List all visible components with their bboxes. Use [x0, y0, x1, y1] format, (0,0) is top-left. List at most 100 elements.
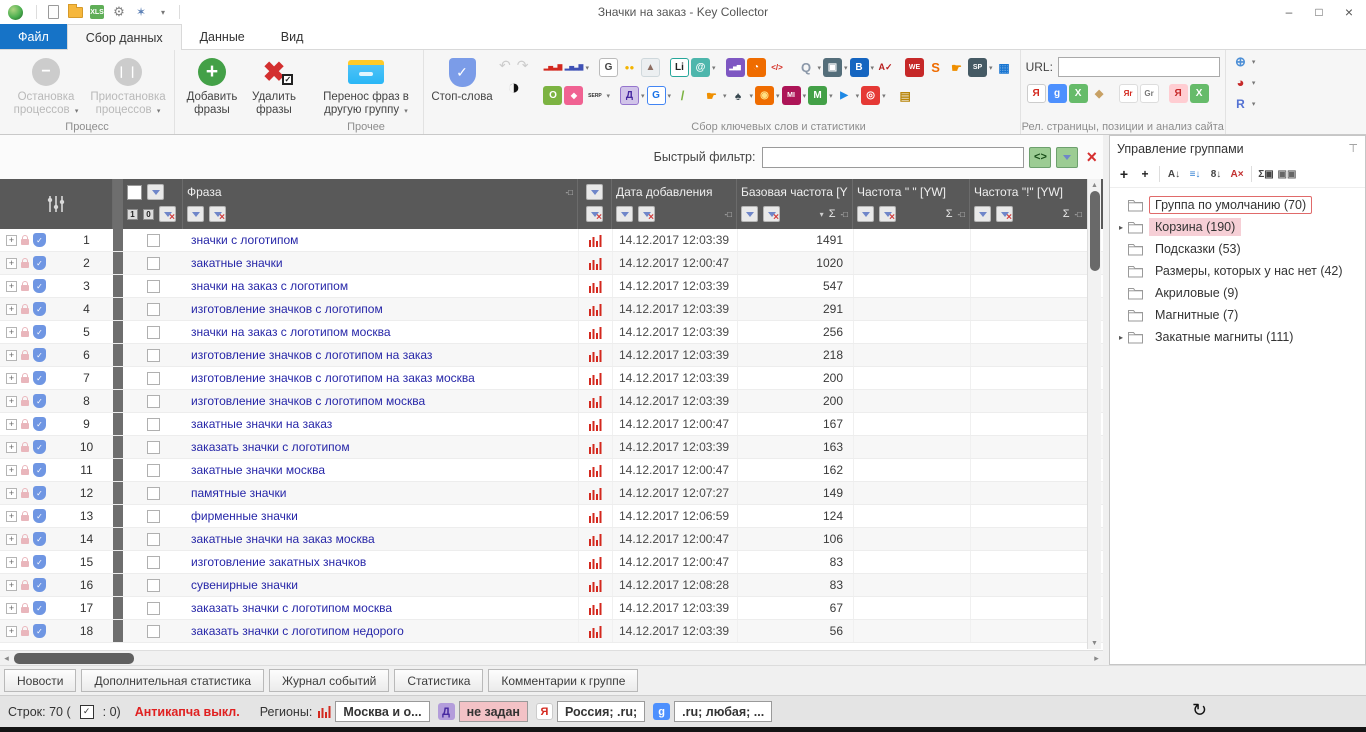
expand-row-icon[interactable]: + [6, 556, 17, 568]
yandex-direct-icon[interactable]: Д ▾ [619, 86, 645, 105]
wordstat-chart-icon[interactable] [578, 551, 612, 573]
wordstat-chart-icon[interactable] [578, 574, 612, 596]
group-label[interactable]: Акриловые (9) [1149, 284, 1244, 302]
column-settings-button[interactable] [0, 179, 113, 229]
phrase-cell[interactable]: изготовление значков с логотипом [183, 302, 578, 316]
serp-parser-icon[interactable]: SERP ▾ [585, 86, 610, 105]
yandex-update-icon[interactable]: Я [1168, 83, 1188, 103]
row-checkbox[interactable] [146, 440, 160, 454]
wordstat-red-bars-icon[interactable]: ▂▅▃▇ [543, 58, 562, 77]
sum-check-icon[interactable]: Σ▣ [1256, 164, 1276, 184]
add-phrases-button[interactable]: + Добавить фразы [180, 53, 244, 117]
search-icon[interactable]: Q ▾ [797, 58, 821, 77]
dropdown-arrow-icon[interactable]: ▾ [776, 92, 780, 100]
vertical-scrollbar[interactable]: ▲ ▼ [1087, 179, 1101, 649]
panel-pin-icon[interactable]: ⊤ [1348, 142, 1358, 155]
pin-icon[interactable]: -□ [566, 188, 574, 197]
dropdown-arrow-icon[interactable]: ▾ [882, 92, 886, 100]
scrollbar-thumb[interactable] [1089, 191, 1100, 271]
group-item[interactable]: Магнитные (7) [1110, 304, 1365, 326]
pin-icon[interactable]: -□ [1075, 210, 1083, 219]
phrase-cell[interactable]: закатные значки на заказ москва [183, 532, 578, 546]
filter-clear-icon[interactable] [159, 206, 176, 223]
undo-icon[interactable]: ↶ [499, 57, 511, 74]
row-checkbox[interactable] [146, 601, 160, 615]
row-checkbox[interactable] [146, 394, 160, 408]
tab-data-collection[interactable]: Сбор данных [66, 24, 182, 50]
wordstat-chart-icon[interactable] [578, 367, 612, 389]
dropdown-arrow-icon[interactable]: ▾ [585, 64, 589, 72]
wordstat-chart-icon[interactable] [578, 252, 612, 274]
wordstat-chart-icon[interactable] [578, 482, 612, 504]
tree-expand-icon[interactable]: ▸ [1115, 333, 1127, 342]
expand-row-icon[interactable]: + [6, 257, 17, 269]
refresh-icon[interactable]: ↻ [1192, 700, 1207, 721]
export-xls-icon[interactable]: X [1068, 83, 1088, 103]
hand-collect-icon[interactable]: ☛ ▾ [702, 86, 727, 105]
expand-row-icon[interactable]: + [6, 349, 17, 361]
row-checkbox[interactable] [146, 532, 160, 546]
wordstat-chart-icon[interactable] [578, 298, 612, 320]
wordstat-chart-icon[interactable] [578, 275, 612, 297]
table-row[interactable]: + ✓ 9 закатные значки на заказ 14.12.2017 12… [0, 413, 1103, 436]
phrase-cell[interactable]: заказать значки с логотипом [183, 440, 578, 454]
table-row[interactable]: + ✓ 5 значки на заказ с логотипом москва 14.… [0, 321, 1103, 344]
filter-icon[interactable] [616, 206, 633, 222]
wordstat-chart-icon[interactable] [578, 528, 612, 550]
region-setting-button[interactable]: Москва и о... [335, 701, 430, 722]
sort-clear-icon[interactable]: A× [1227, 164, 1247, 184]
filter-clear-icon[interactable] [586, 206, 603, 223]
sum-icon[interactable]: Σ [1063, 208, 1070, 220]
date-column-header[interactable]: Дата добавления -□ [612, 179, 737, 229]
apply-filter-button[interactable] [1056, 146, 1079, 168]
table-row[interactable]: + ✓ 2 закатные значки 14.12.2017 12:00:47 102… [0, 252, 1103, 275]
table-row[interactable]: + ✓ 4 изготовление значков с логотипом 14.12… [0, 298, 1103, 321]
sum-icon[interactable]: Σ [946, 208, 953, 220]
new-project-icon[interactable] [43, 3, 63, 21]
table-row[interactable]: + ✓ 1 значки с логотипом 14.12.2017 12:03:39… [0, 229, 1103, 252]
expand-row-icon[interactable]: + [6, 234, 17, 246]
row-checkbox[interactable] [146, 348, 160, 362]
table-row[interactable]: + ✓ 16 сувенирные значки 14.12.2017 12:08:28… [0, 574, 1103, 597]
row-checkbox[interactable] [146, 417, 160, 431]
spellcheck-icon[interactable]: A✓ [876, 58, 895, 77]
dropdown-arrow-icon[interactable]: ▾ [856, 92, 860, 100]
bottom-tab[interactable]: Комментарии к группе [488, 669, 639, 692]
expand-row-icon[interactable]: + [6, 510, 17, 522]
expand-row-icon[interactable]: + [6, 303, 17, 315]
dropdown-arrow-icon[interactable]: ▾ [723, 92, 727, 100]
dropdown-arrow-icon[interactable]: ▾ [871, 64, 875, 72]
expand-row-icon[interactable]: + [6, 464, 17, 476]
sum-icon[interactable]: Σ [829, 208, 836, 220]
group-item[interactable]: Подсказки (53) [1110, 238, 1365, 260]
dropdown-arrow-icon[interactable]: ▾ [844, 64, 848, 72]
group-item[interactable]: Группа по умолчанию (70) [1110, 194, 1365, 216]
wordstat-chart-icon[interactable] [578, 390, 612, 412]
sort-desc-icon[interactable]: ▾ [820, 210, 824, 219]
add-group-icon[interactable]: + [1114, 164, 1134, 184]
dropdown-arrow-icon[interactable]: ▾ [641, 92, 645, 100]
mutagen-icon[interactable]: MI ▾ [781, 86, 806, 105]
table-row[interactable]: + ✓ 17 заказать значки с логотипом москва 14… [0, 597, 1103, 620]
bing-icon[interactable]: B ▾ [849, 58, 875, 77]
wordstat-chart-icon[interactable] [578, 459, 612, 481]
filter-icon[interactable] [857, 206, 874, 222]
wordstat-chart-icon[interactable] [578, 597, 612, 619]
scrollbar-thumb[interactable] [14, 652, 134, 664]
justmagic-icon[interactable]: ▶ ▾ [835, 86, 860, 105]
reports-icon[interactable]: R ▾ [1231, 94, 1255, 113]
row-checkbox[interactable] [146, 578, 160, 592]
clear-filter-button[interactable]: × [1086, 147, 1097, 168]
filter-icon[interactable] [741, 206, 758, 222]
wordstat-chart-icon[interactable] [578, 505, 612, 527]
proxy-globe-icon[interactable]: ⊕ ▾ [1231, 52, 1255, 71]
sape-icon[interactable]: SP ▾ [968, 58, 993, 77]
pin-icon[interactable]: -□ [958, 210, 966, 219]
seopult-icon[interactable]: S [926, 58, 945, 77]
stop-processes-button[interactable]: − Остановка процессов ▾ [5, 53, 87, 117]
restore-button[interactable]: □ [1304, 1, 1334, 23]
settings-gear-icon[interactable]: ⚙ [109, 3, 129, 21]
table-row[interactable]: + ✓ 18 заказать значки с логотипом недорого… [0, 620, 1103, 643]
spywords-icon[interactable]: ♠ ▾ [729, 86, 753, 105]
phrase-cell[interactable]: закатные значки москва [183, 463, 578, 477]
